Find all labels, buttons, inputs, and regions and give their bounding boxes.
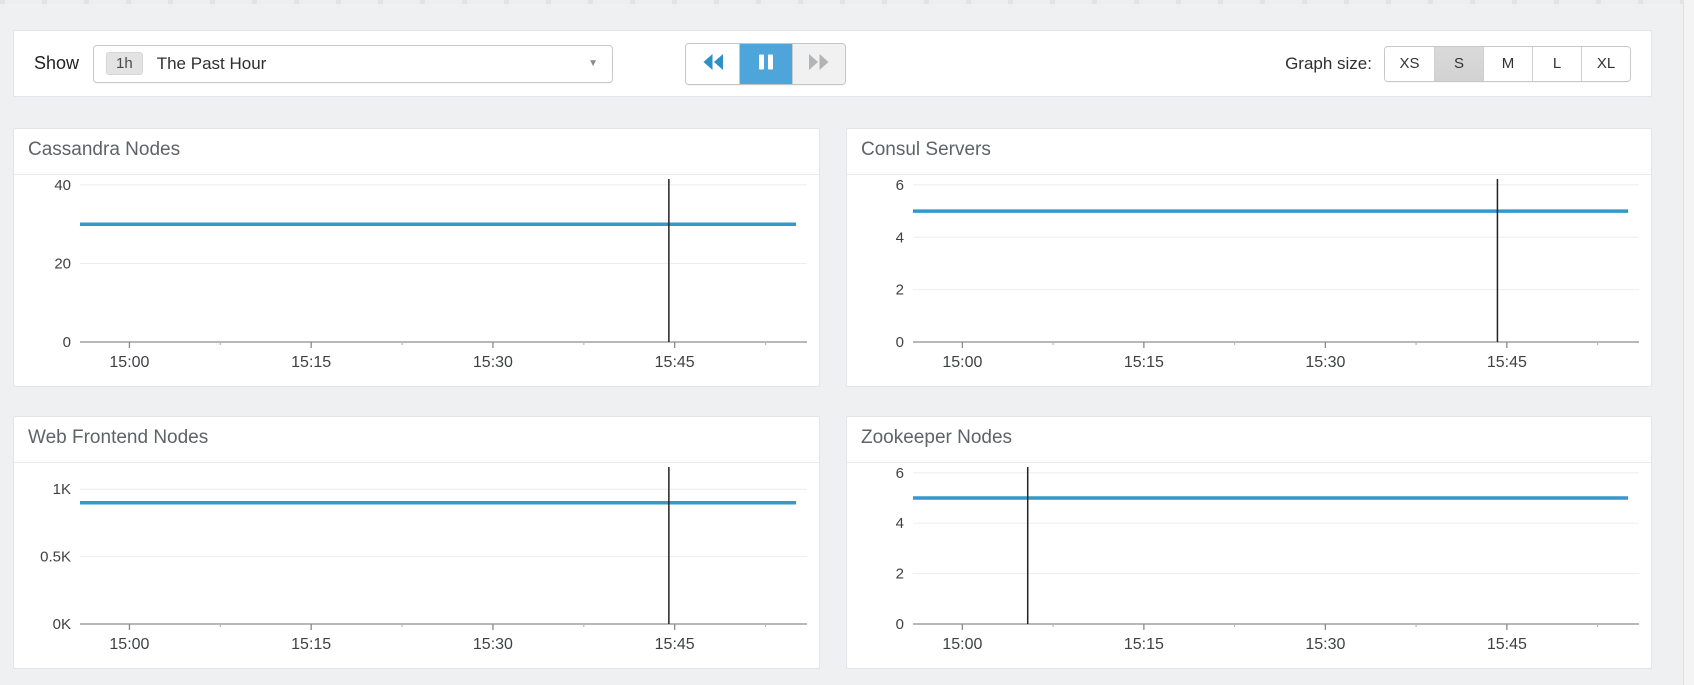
svg-text:15:15: 15:15 bbox=[1124, 354, 1164, 371]
svg-text:40: 40 bbox=[54, 177, 71, 194]
svg-text:15:30: 15:30 bbox=[1305, 354, 1345, 371]
timeframe-badge: 1h bbox=[106, 52, 143, 75]
svg-text:15:15: 15:15 bbox=[1124, 636, 1164, 653]
svg-text:15:30: 15:30 bbox=[1305, 636, 1345, 653]
svg-text:6: 6 bbox=[896, 177, 904, 194]
chart-title: Zookeeper Nodes bbox=[847, 417, 1651, 463]
chart-panel-cassandra-nodes: Cassandra Nodes 0 20 40 15:00 15:15 15:30 15:4… bbox=[13, 128, 820, 387]
svg-text:15:15: 15:15 bbox=[291, 354, 331, 371]
chart-title: Web Frontend Nodes bbox=[14, 417, 819, 463]
svg-text:15:15: 15:15 bbox=[291, 636, 331, 653]
scrollbar[interactable] bbox=[1683, 0, 1694, 685]
svg-text:0.5K: 0.5K bbox=[40, 549, 71, 566]
graph-size-button-m[interactable]: M bbox=[1483, 46, 1532, 81]
svg-text:4: 4 bbox=[896, 229, 904, 246]
rewind-icon bbox=[701, 53, 725, 74]
svg-text:15:00: 15:00 bbox=[942, 636, 982, 653]
graph-size-button-xl[interactable]: XL bbox=[1581, 46, 1630, 81]
svg-text:0: 0 bbox=[63, 334, 71, 351]
graph-size-button-l[interactable]: L bbox=[1532, 46, 1581, 81]
graph-size-label: Graph size: bbox=[1285, 53, 1372, 73]
svg-text:4: 4 bbox=[896, 515, 904, 532]
chevron-down-icon: ▼ bbox=[588, 58, 599, 69]
chart-plot[interactable]: 0 2 4 6 15:00 15:15 15:30 15:45 bbox=[847, 463, 1651, 668]
graph-size-button-s[interactable]: S bbox=[1434, 46, 1483, 81]
svg-text:15:00: 15:00 bbox=[109, 354, 149, 371]
svg-text:15:45: 15:45 bbox=[1487, 354, 1527, 371]
svg-text:0: 0 bbox=[896, 616, 904, 633]
svg-text:15:00: 15:00 bbox=[942, 354, 982, 371]
svg-text:1K: 1K bbox=[53, 481, 71, 498]
pause-icon bbox=[755, 53, 777, 74]
chart-plot[interactable]: 0K 0.5K 1K 15:00 15:15 15:30 15:45 bbox=[14, 463, 819, 668]
chart-panel-web-frontend-nodes: Web Frontend Nodes 0K 0.5K 1K 15:00 15:15 15:… bbox=[13, 416, 820, 669]
svg-text:2: 2 bbox=[896, 566, 904, 583]
toolbar-left: Show 1h The Past Hour ▼ bbox=[34, 42, 847, 85]
graph-size-group: XS S M L XL bbox=[1384, 45, 1631, 82]
svg-text:6: 6 bbox=[896, 465, 904, 482]
chart-plot[interactable]: 0 2 4 6 15:00 15:15 15:30 15:45 bbox=[847, 175, 1651, 386]
svg-text:15:45: 15:45 bbox=[655, 354, 695, 371]
top-edge-decoration bbox=[0, 0, 1694, 4]
toolbar: Show 1h The Past Hour ▼ Graph size: XS S… bbox=[13, 30, 1652, 97]
svg-text:15:00: 15:00 bbox=[109, 636, 149, 653]
timeframe-value: The Past Hour bbox=[156, 53, 267, 73]
graph-size-button-xs[interactable]: XS bbox=[1385, 46, 1434, 81]
svg-text:15:45: 15:45 bbox=[655, 636, 695, 653]
svg-text:2: 2 bbox=[896, 282, 904, 299]
chart-title: Consul Servers bbox=[847, 129, 1651, 175]
chart-panel-zookeeper-nodes: Zookeeper Nodes 0 2 4 6 15:00 15:15 15:30 15:45 bbox=[846, 416, 1652, 669]
fast-forward-icon bbox=[807, 53, 831, 74]
chart-panel-consul-servers: Consul Servers 0 2 4 6 15:00 15:15 15:30 15:45 bbox=[846, 128, 1652, 387]
chart-grid: Cassandra Nodes 0 20 40 15:00 15:15 15:30 15:4… bbox=[13, 128, 1652, 669]
svg-text:15:30: 15:30 bbox=[473, 636, 513, 653]
forward-button[interactable] bbox=[792, 43, 846, 84]
svg-text:0K: 0K bbox=[53, 616, 71, 633]
svg-text:0: 0 bbox=[896, 334, 904, 351]
playback-controls bbox=[685, 42, 847, 85]
timeframe-select[interactable]: 1h The Past Hour ▼ bbox=[93, 44, 614, 83]
svg-text:15:30: 15:30 bbox=[473, 354, 513, 371]
pause-button[interactable] bbox=[739, 43, 793, 84]
rewind-button[interactable] bbox=[686, 43, 740, 84]
toolbar-right: Graph size: XS S M L XL bbox=[1285, 45, 1631, 82]
chart-plot[interactable]: 0 20 40 15:00 15:15 15:30 15:45 bbox=[14, 175, 819, 386]
svg-text:20: 20 bbox=[54, 255, 71, 272]
show-label: Show bbox=[34, 53, 80, 73]
svg-text:15:45: 15:45 bbox=[1487, 636, 1527, 653]
chart-title: Cassandra Nodes bbox=[14, 129, 819, 175]
